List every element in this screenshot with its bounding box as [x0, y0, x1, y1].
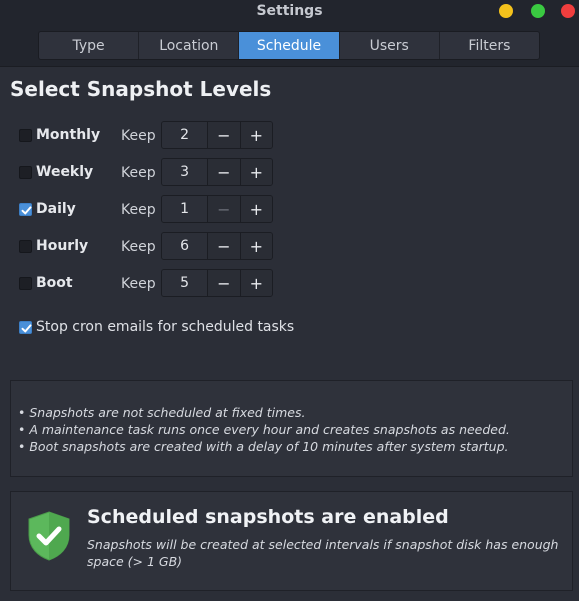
decrement-button[interactable]: − [208, 196, 241, 222]
tab-bar: Type Location Schedule Users Filters [38, 31, 540, 60]
level-row-hourly: Hourly Keep 6 − + [19, 232, 319, 262]
level-row-boot: Boot Keep 5 − + [19, 269, 319, 299]
level-label: Weekly [36, 164, 94, 180]
tab-location[interactable]: Location [139, 32, 240, 59]
decrement-button[interactable]: − [208, 122, 241, 148]
stop-cron-emails-label: Stop cron emails for scheduled tasks [36, 319, 295, 335]
increment-button[interactable]: + [240, 233, 272, 259]
daily-checkbox[interactable] [19, 203, 32, 216]
minimize-button[interactable] [499, 4, 513, 18]
section-title: Select Snapshot Levels [10, 77, 272, 101]
stop-cron-emails-checkbox[interactable] [19, 321, 32, 334]
level-label: Boot [36, 275, 73, 291]
keep-value-input[interactable]: 2 [162, 122, 209, 148]
maximize-button[interactable] [531, 4, 545, 18]
increment-button[interactable]: + [240, 122, 272, 148]
boot-checkbox[interactable] [19, 277, 32, 290]
tab-schedule[interactable]: Schedule [239, 32, 340, 59]
decrement-button[interactable]: − [208, 233, 241, 259]
status-box: Scheduled snapshots are enabled Snapshot… [10, 491, 573, 591]
level-row-weekly: Weekly Keep 3 − + [19, 158, 319, 188]
weekly-checkbox[interactable] [19, 166, 32, 179]
tab-type[interactable]: Type [39, 32, 140, 59]
keep-value-input[interactable]: 1 [162, 196, 209, 222]
keep-label: Keep [121, 239, 156, 255]
weekly-keep-spinner: 3 − + [161, 158, 273, 186]
info-line: • Boot snapshots are created with a dela… [18, 439, 509, 454]
cron-option-row: Stop cron emails for scheduled tasks [19, 318, 419, 338]
keep-label: Keep [121, 128, 156, 144]
level-row-daily: Daily Keep 1 − + [19, 195, 319, 225]
decrement-button[interactable]: − [208, 270, 241, 296]
daily-keep-spinner: 1 − + [161, 195, 273, 223]
hourly-checkbox[interactable] [19, 240, 32, 253]
monthly-checkbox[interactable] [19, 129, 32, 142]
info-line: • Snapshots are not scheduled at fixed t… [18, 405, 306, 420]
title-bar: Settings Type Location Schedule Users Fi… [0, 0, 579, 67]
decrement-button[interactable]: − [208, 159, 241, 185]
increment-button[interactable]: + [240, 196, 272, 222]
status-title: Scheduled snapshots are enabled [87, 506, 449, 528]
close-button[interactable] [561, 4, 575, 18]
tab-users[interactable]: Users [340, 32, 440, 59]
keep-label: Keep [121, 202, 156, 218]
shield-check-icon [28, 511, 70, 561]
increment-button[interactable]: + [240, 159, 272, 185]
keep-value-input[interactable]: 5 [162, 270, 209, 296]
level-label: Monthly [36, 127, 101, 143]
info-box: • Snapshots are not scheduled at fixed t… [10, 380, 573, 477]
check-icon [21, 324, 32, 333]
level-row-monthly: Monthly Keep 2 − + [19, 121, 319, 151]
keep-value-input[interactable]: 6 [162, 233, 209, 259]
tab-filters[interactable]: Filters [440, 32, 539, 59]
keep-value-input[interactable]: 3 [162, 159, 209, 185]
monthly-keep-spinner: 2 − + [161, 121, 273, 149]
level-label: Daily [36, 201, 76, 217]
level-label: Hourly [36, 238, 89, 254]
check-icon [21, 206, 32, 215]
keep-label: Keep [121, 165, 156, 181]
info-line: • A maintenance task runs once every hou… [18, 422, 510, 437]
boot-keep-spinner: 5 − + [161, 269, 273, 297]
hourly-keep-spinner: 6 − + [161, 232, 273, 260]
window-title: Settings [256, 3, 323, 19]
keep-label: Keep [121, 276, 156, 292]
increment-button[interactable]: + [240, 270, 272, 296]
status-description: Snapshots will be created at selected in… [87, 537, 559, 569]
